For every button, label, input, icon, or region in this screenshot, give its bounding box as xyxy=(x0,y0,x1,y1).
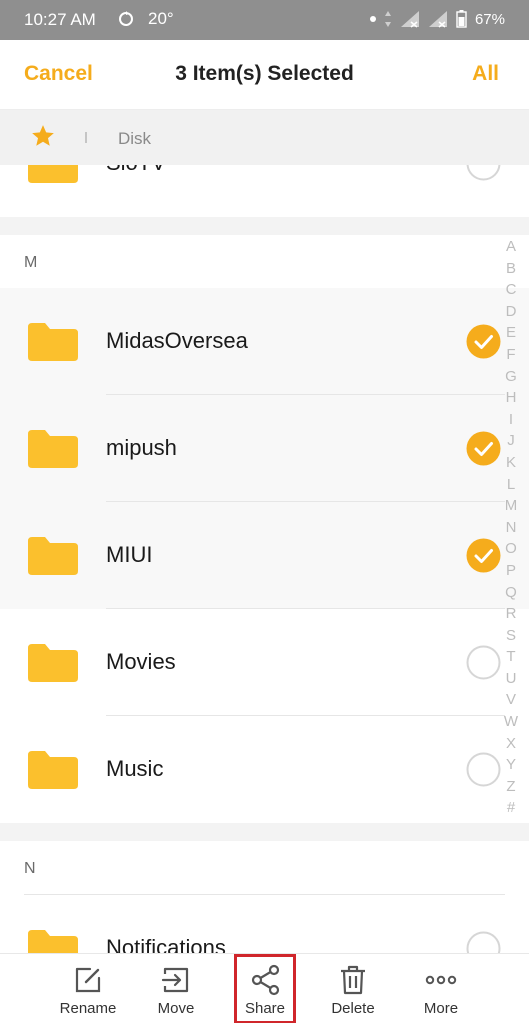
status-time: 10:27 AM xyxy=(24,10,96,29)
breadcrumb-disk[interactable]: Disk xyxy=(118,129,151,149)
index-letter[interactable]: E xyxy=(501,322,521,344)
signal-icon-2 xyxy=(428,11,447,28)
index-letter[interactable]: S xyxy=(501,625,521,647)
more-button[interactable]: More xyxy=(401,954,481,1023)
folder-icon xyxy=(28,930,78,953)
index-letter[interactable]: G xyxy=(501,366,521,388)
selection-header: Cancel 3 Item(s) Selected All xyxy=(0,40,529,110)
share-icon xyxy=(251,964,280,996)
battery-icon xyxy=(456,10,467,28)
index-letter[interactable]: R xyxy=(501,603,521,625)
index-letter[interactable]: B xyxy=(501,258,521,280)
status-bar: 10:27 AM 20° 67% xyxy=(0,0,529,40)
list-item[interactable]: Notifications xyxy=(0,895,529,953)
sync-icon xyxy=(119,11,133,26)
folder-icon xyxy=(28,537,78,575)
list-item[interactable]: MIUI xyxy=(0,502,529,609)
folder-name: SloTV xyxy=(106,165,166,176)
checked-circle-icon[interactable] xyxy=(466,538,501,573)
section-gap xyxy=(0,823,529,841)
folder-name: Movies xyxy=(106,649,176,674)
list-item[interactable]: Movies xyxy=(0,609,529,716)
unchecked-circle-icon[interactable] xyxy=(466,165,501,181)
section-letter: N xyxy=(24,860,36,877)
status-indicators: 67% xyxy=(369,10,505,28)
folder-name: mipush xyxy=(106,435,177,460)
checked-circle-icon[interactable] xyxy=(466,431,501,466)
list-item[interactable]: SloTV xyxy=(0,165,529,217)
index-letter[interactable]: J xyxy=(501,430,521,452)
index-letter[interactable]: K xyxy=(501,452,521,474)
unchecked-circle-icon[interactable] xyxy=(466,931,501,953)
share-label: Share xyxy=(244,1000,286,1017)
trash-icon xyxy=(341,965,365,995)
list-item[interactable]: mipush xyxy=(0,395,529,502)
file-manager-screen: 10:27 AM 20° 67% Cancel 3 Item(s) Select… xyxy=(0,0,529,1023)
section-header-n: N xyxy=(0,841,529,895)
index-letter[interactable]: Z xyxy=(501,776,521,798)
index-letter[interactable]: # xyxy=(501,797,521,819)
more-icon xyxy=(425,975,457,985)
checked-circle-icon[interactable] xyxy=(466,324,501,359)
index-letter[interactable]: X xyxy=(501,733,521,755)
folder-name: Notifications xyxy=(106,935,226,953)
share-button[interactable]: Share xyxy=(234,954,296,1023)
rename-icon xyxy=(75,967,101,993)
index-letter[interactable]: C xyxy=(501,279,521,301)
section-gap xyxy=(0,217,529,235)
folder-name: Music xyxy=(106,756,164,781)
page-title: 3 Item(s) Selected xyxy=(175,62,354,85)
index-letter[interactable]: U xyxy=(501,668,521,690)
index-letter[interactable]: P xyxy=(501,560,521,582)
alphabet-index[interactable]: A B C D E F G H I J K L M N O P Q R S T … xyxy=(501,236,521,819)
index-letter[interactable]: T xyxy=(501,646,521,668)
battery-percent: 67% xyxy=(474,10,505,28)
list-item[interactable]: MidasOversea xyxy=(0,288,529,395)
index-letter[interactable]: Q xyxy=(501,582,521,604)
more-label: More xyxy=(423,1000,459,1017)
unchecked-circle-icon[interactable] xyxy=(466,645,501,680)
move-button[interactable]: Move xyxy=(136,954,216,1023)
delete-label: Delete xyxy=(331,1000,375,1017)
folder-icon xyxy=(28,165,78,183)
star-icon[interactable] xyxy=(30,123,56,149)
unchecked-circle-icon[interactable] xyxy=(466,752,501,787)
index-letter[interactable]: H xyxy=(501,387,521,409)
data-arrows-icon xyxy=(384,11,391,27)
index-letter[interactable]: A xyxy=(501,236,521,258)
rename-label: Rename xyxy=(59,1000,117,1017)
move-icon xyxy=(161,967,189,993)
index-letter[interactable]: Y xyxy=(501,754,521,776)
folder-icon xyxy=(28,323,78,361)
index-letter[interactable]: I xyxy=(501,409,521,431)
index-letter[interactable]: F xyxy=(501,344,521,366)
index-letter[interactable]: W xyxy=(501,711,521,733)
breadcrumb-separator xyxy=(85,132,87,143)
index-letter[interactable]: L xyxy=(501,474,521,496)
list-item[interactable]: Music xyxy=(0,716,529,823)
folder-name: MidasOversea xyxy=(106,328,248,353)
section-header-m: M xyxy=(0,235,529,289)
index-letter[interactable]: M xyxy=(501,495,521,517)
index-letter[interactable]: D xyxy=(501,301,521,323)
section-letter: M xyxy=(24,254,38,271)
file-list[interactable]: SloTV M MidasOversea mi xyxy=(0,165,529,953)
folder-icon xyxy=(28,644,78,682)
rename-button[interactable]: Rename xyxy=(48,954,128,1023)
breadcrumb: Disk xyxy=(0,110,529,165)
folder-icon xyxy=(28,430,78,468)
signal-icon-1 xyxy=(400,11,419,28)
status-temperature: 20° xyxy=(148,9,174,28)
index-letter[interactable]: N xyxy=(501,517,521,539)
notification-dot-icon xyxy=(369,16,376,22)
index-letter[interactable]: O xyxy=(501,538,521,560)
index-letter[interactable]: V xyxy=(501,689,521,711)
folder-name: MIUI xyxy=(106,542,153,567)
select-all-button[interactable]: All xyxy=(472,62,499,86)
bottom-toolbar: Rename Move Share Delete More xyxy=(0,953,529,1023)
move-label: Move xyxy=(157,1000,195,1017)
folder-icon xyxy=(28,751,78,789)
delete-button[interactable]: Delete xyxy=(313,954,393,1023)
